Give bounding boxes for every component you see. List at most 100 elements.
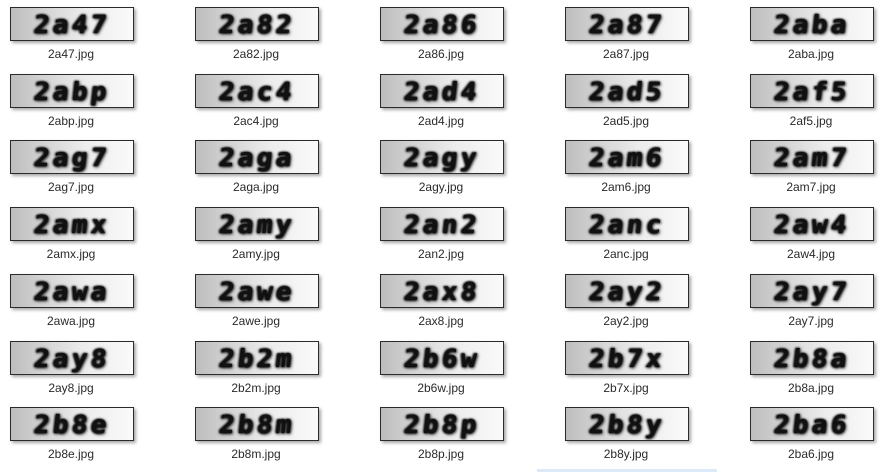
file-thumbnail[interactable]: 2abp (10, 74, 134, 108)
file-name[interactable]: 2b8p.jpg (380, 447, 502, 461)
file-name[interactable]: 2ag7.jpg (10, 180, 132, 194)
file-item[interactable]: 2a82 2a82.jpg (195, 7, 345, 67)
file-name[interactable]: 2ac4.jpg (195, 114, 317, 128)
file-item[interactable]: 2b7x 2b7x.jpg (565, 341, 715, 401)
file-item[interactable]: 2ay7 2ay7.jpg (750, 274, 890, 334)
file-item[interactable]: 2b8y 2b8y.jpg (565, 407, 715, 467)
file-item[interactable]: 2agy 2agy.jpg (380, 140, 530, 200)
file-item[interactable]: 2abp 2abp.jpg (10, 74, 160, 134)
file-thumbnail[interactable]: 2agy (380, 140, 504, 174)
file-name[interactable]: 2ay2.jpg (565, 314, 687, 328)
file-item[interactable]: 2am6 2am6.jpg (565, 140, 715, 200)
file-name[interactable]: 2awe.jpg (195, 314, 317, 328)
file-item[interactable]: 2awa 2awa.jpg (10, 274, 160, 334)
file-name[interactable]: 2awa.jpg (10, 314, 132, 328)
file-name[interactable]: 2ax8.jpg (380, 314, 502, 328)
file-thumbnail[interactable]: 2aga (195, 140, 319, 174)
file-item[interactable]: 2b8a 2b8a.jpg (750, 341, 890, 401)
file-item[interactable]: 2aw4 2aw4.jpg (750, 207, 890, 267)
file-thumbnail[interactable]: 2an2 (380, 207, 504, 241)
file-name[interactable]: 2b8m.jpg (195, 447, 317, 461)
file-thumbnail[interactable]: 2b8e (10, 407, 134, 441)
file-thumbnail[interactable]: 2ay8 (10, 341, 134, 375)
file-name[interactable]: 2a82.jpg (195, 47, 317, 61)
file-item[interactable]: 2af5 2af5.jpg (750, 74, 890, 134)
file-item[interactable]: 2b6w 2b6w.jpg (380, 341, 530, 401)
file-name[interactable]: 2a47.jpg (10, 47, 132, 61)
file-thumbnail[interactable]: 2anc (565, 207, 689, 241)
file-thumbnail[interactable]: 2amy (195, 207, 319, 241)
file-item[interactable]: 2b8e 2b8e.jpg (10, 407, 160, 467)
file-item[interactable]: 2ac4 2ac4.jpg (195, 74, 345, 134)
file-name[interactable]: 2ba6.jpg (750, 447, 872, 461)
file-thumbnail[interactable]: 2am7 (750, 140, 874, 174)
file-name[interactable]: 2b8y.jpg (565, 447, 687, 461)
file-name[interactable]: 2ay8.jpg (10, 381, 132, 395)
file-name[interactable]: 2b8e.jpg (10, 447, 132, 461)
file-thumbnail[interactable]: 2b8y (565, 407, 689, 441)
file-item[interactable]: 2ax8 2ax8.jpg (380, 274, 530, 334)
file-name[interactable]: 2ad4.jpg (380, 114, 502, 128)
file-item[interactable]: 2an2 2an2.jpg (380, 207, 530, 267)
file-thumbnail[interactable]: 2am6 (565, 140, 689, 174)
file-item[interactable]: 2a86 2a86.jpg (380, 7, 530, 67)
file-thumbnail[interactable]: 2ba6 (750, 407, 874, 441)
file-name[interactable]: 2b8a.jpg (750, 381, 872, 395)
file-name[interactable]: 2a86.jpg (380, 47, 502, 61)
file-thumbnail[interactable]: 2ac4 (195, 74, 319, 108)
file-thumbnail[interactable]: 2af5 (750, 74, 874, 108)
file-thumbnail[interactable]: 2b2m (195, 341, 319, 375)
file-item[interactable]: 2ag7 2ag7.jpg (10, 140, 160, 200)
file-thumbnail[interactable]: 2a47 (10, 7, 134, 41)
file-name[interactable]: 2agy.jpg (380, 180, 502, 194)
file-name[interactable]: 2aba.jpg (750, 47, 872, 61)
file-name[interactable]: 2an2.jpg (380, 247, 502, 261)
file-name[interactable]: 2am7.jpg (750, 180, 872, 194)
file-name[interactable]: 2amy.jpg (195, 247, 317, 261)
file-name[interactable]: 2ad5.jpg (565, 114, 687, 128)
file-thumbnail[interactable]: 2awe (195, 274, 319, 308)
file-item[interactable]: 2aga 2aga.jpg (195, 140, 345, 200)
file-thumbnail[interactable]: 2a82 (195, 7, 319, 41)
file-name[interactable]: 2aga.jpg (195, 180, 317, 194)
file-thumbnail[interactable]: 2ag7 (10, 140, 134, 174)
file-thumbnail[interactable]: 2b8m (195, 407, 319, 441)
file-name[interactable]: 2b7x.jpg (565, 381, 687, 395)
file-item[interactable]: 2amx 2amx.jpg (10, 207, 160, 267)
file-thumbnail[interactable]: 2b8a (750, 341, 874, 375)
file-item[interactable]: 2aba 2aba.jpg (750, 7, 890, 67)
file-item[interactable]: 2awe 2awe.jpg (195, 274, 345, 334)
file-item[interactable]: 2ay2 2ay2.jpg (565, 274, 715, 334)
file-item[interactable]: 2ad4 2ad4.jpg (380, 74, 530, 134)
file-name[interactable]: 2anc.jpg (565, 247, 687, 261)
file-item[interactable]: 2b8p 2b8p.jpg (380, 407, 530, 467)
file-item[interactable]: 2ay8 2ay8.jpg (10, 341, 160, 401)
file-item[interactable]: 2a87 2a87.jpg (565, 7, 715, 67)
file-item[interactable]: 2am7 2am7.jpg (750, 140, 890, 200)
file-thumbnail[interactable]: 2awa (10, 274, 134, 308)
file-thumbnail[interactable]: 2a86 (380, 7, 504, 41)
file-name[interactable]: 2a87.jpg (565, 47, 687, 61)
file-item[interactable]: 2b8m 2b8m.jpg (195, 407, 345, 467)
file-thumbnail[interactable]: 2amx (10, 207, 134, 241)
file-thumbnail[interactable]: 2ad5 (565, 74, 689, 108)
file-item[interactable]: 2ba6 2ba6.jpg (750, 407, 890, 467)
file-name[interactable]: 2am6.jpg (565, 180, 687, 194)
file-item[interactable]: 2ad5 2ad5.jpg (565, 74, 715, 134)
file-thumbnail[interactable]: 2aw4 (750, 207, 874, 241)
file-thumbnail[interactable]: 2b6w (380, 341, 504, 375)
file-item[interactable]: 2b2m 2b2m.jpg (195, 341, 345, 401)
file-name[interactable]: 2b6w.jpg (380, 381, 502, 395)
file-item[interactable]: 2a47 2a47.jpg (10, 7, 160, 67)
file-name[interactable]: 2aw4.jpg (750, 247, 872, 261)
file-thumbnail[interactable]: 2a87 (565, 7, 689, 41)
file-name[interactable]: 2abp.jpg (10, 114, 132, 128)
file-thumbnail[interactable]: 2ad4 (380, 74, 504, 108)
file-name[interactable]: 2ay7.jpg (750, 314, 872, 328)
file-name[interactable]: 2amx.jpg (10, 247, 132, 261)
file-thumbnail[interactable]: 2b7x (565, 341, 689, 375)
file-thumbnail[interactable]: 2ax8 (380, 274, 504, 308)
file-name[interactable]: 2b2m.jpg (195, 381, 317, 395)
file-item[interactable]: 2amy 2amy.jpg (195, 207, 345, 267)
file-name[interactable]: 2af5.jpg (750, 114, 872, 128)
